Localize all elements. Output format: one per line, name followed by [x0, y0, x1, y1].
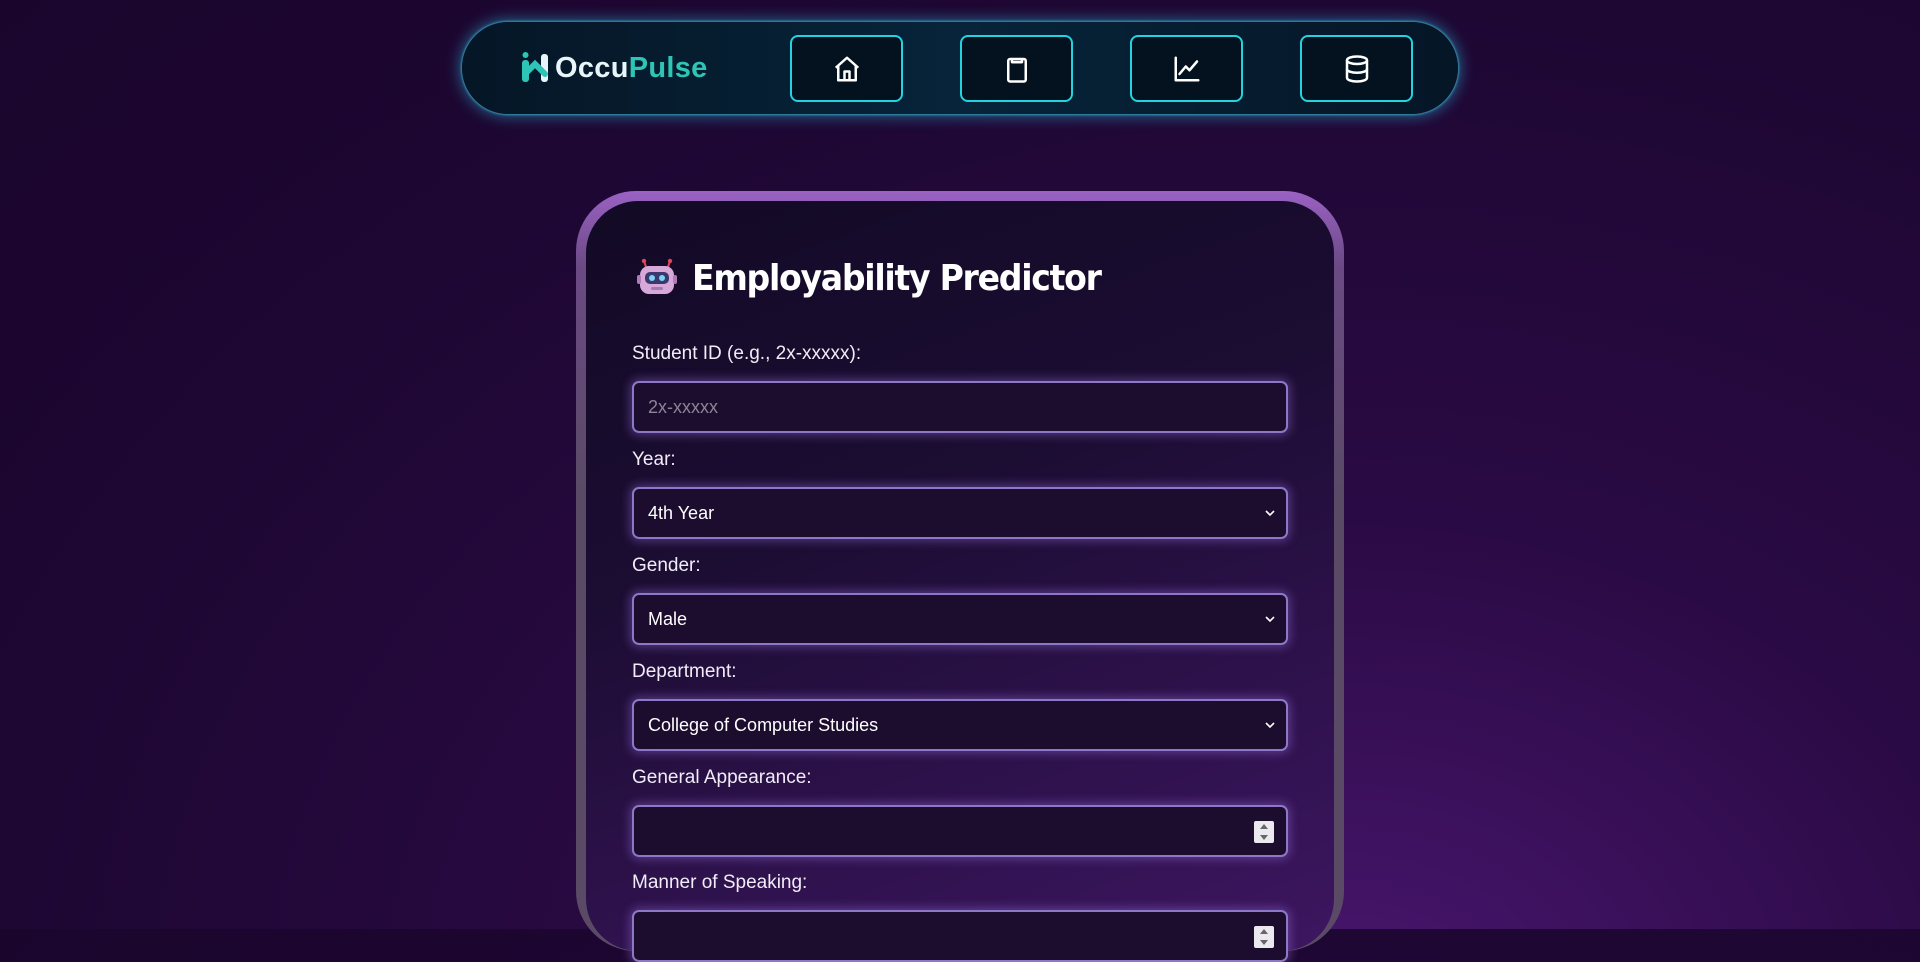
occupulse-logo-icon: [522, 52, 548, 82]
manner-of-speaking-input[interactable]: [632, 910, 1288, 962]
spinner-up-icon[interactable]: [1260, 929, 1268, 934]
gender-select[interactable]: Male: [632, 593, 1288, 645]
number-spinner[interactable]: [1254, 926, 1274, 948]
manner-of-speaking-label: Manner of Speaking:: [632, 872, 808, 893]
database-icon: [1345, 54, 1368, 83]
clipboard-icon: [1006, 57, 1027, 83]
brand-logo[interactable]: OccuPulse: [519, 48, 708, 88]
predictor-card: Employability Predictor Student ID (e.g.…: [576, 191, 1344, 962]
student-id-placeholder: 2x-xxxxx: [648, 396, 719, 417]
gender-value: Male: [648, 608, 688, 629]
home-icon: [834, 56, 859, 81]
predictor-card-body: Employability Predictor Student ID (e.g.…: [586, 201, 1334, 962]
year-value: 4th Year: [648, 502, 715, 523]
card-title: Employability Predictor: [636, 253, 1136, 303]
number-spinner[interactable]: [1254, 821, 1274, 843]
chevron-down-icon: [1265, 616, 1275, 623]
navbar: OccuPulse: [462, 22, 1458, 114]
spinner-up-icon[interactable]: [1260, 824, 1268, 829]
chevron-down-icon: [1265, 722, 1275, 729]
nav-home-button[interactable]: [790, 35, 903, 102]
department-value: College of Computer Studies: [648, 714, 879, 735]
brand-name-part1: Occu: [555, 51, 629, 84]
nav-database-button[interactable]: [1300, 35, 1413, 102]
student-id-label: Student ID (e.g., 2x-xxxxx):: [632, 343, 862, 364]
brand-name-part2: Pulse: [628, 51, 708, 84]
general-appearance-label: General Appearance:: [632, 767, 812, 788]
spinner-down-icon[interactable]: [1260, 835, 1268, 840]
robot-icon: [637, 258, 677, 294]
gender-label: Gender:: [632, 555, 701, 576]
department-label: Department:: [632, 661, 737, 682]
nav-analytics-button[interactable]: [1130, 35, 1243, 102]
year-select[interactable]: 4th Year: [632, 487, 1288, 539]
line-chart-icon: [1174, 56, 1199, 81]
general-appearance-input[interactable]: [632, 805, 1288, 857]
brand-name: OccuPulse: [555, 52, 708, 85]
page-title: Employability Predictor: [692, 257, 1102, 299]
spinner-down-icon[interactable]: [1260, 940, 1268, 945]
chevron-down-icon: [1265, 510, 1275, 517]
year-label: Year:: [632, 449, 676, 470]
student-id-input[interactable]: 2x-xxxxx: [632, 381, 1288, 433]
department-select[interactable]: College of Computer Studies: [632, 699, 1288, 751]
nav-clipboard-button[interactable]: [960, 35, 1073, 102]
